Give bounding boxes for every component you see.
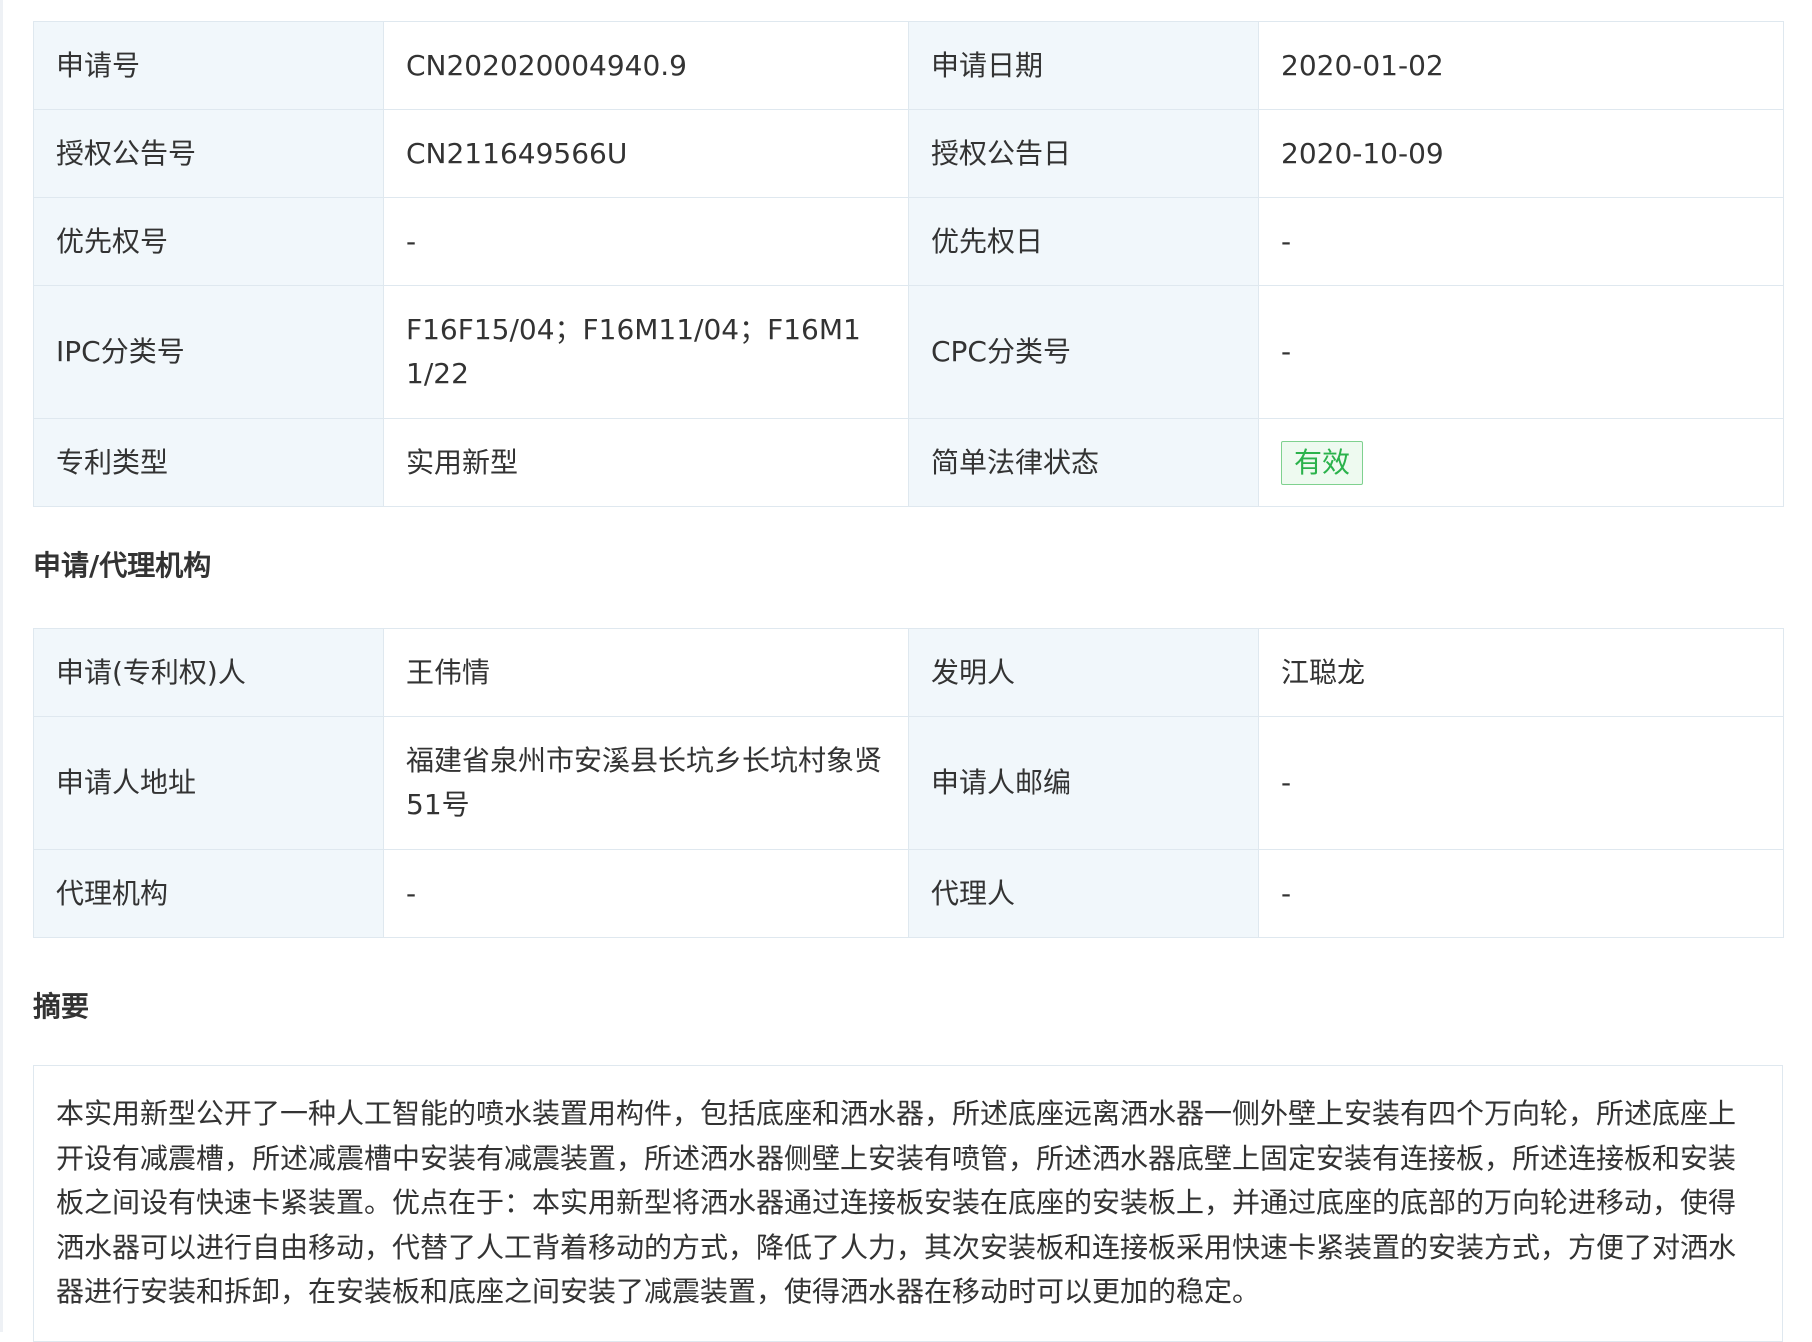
- field-label-ipc: IPC分类号: [33, 285, 384, 419]
- field-label-priority-number: 优先权号: [33, 197, 384, 286]
- field-value-ipc: F16F15/04；F16M11/04；F16M11/22: [383, 285, 909, 419]
- field-label-grant-number: 授权公告号: [33, 109, 384, 198]
- basic-info-table: 申请号 CN202020004940.9 申请日期 2020-01-02 授权公…: [33, 21, 1784, 507]
- table-row: 授权公告号 CN211649566U 授权公告日 2020-10-09: [33, 109, 1784, 198]
- abstract-text: 本实用新型公开了一种人工智能的喷水装置用构件，包括底座和洒水器，所述底座远离洒水…: [33, 1065, 1783, 1342]
- table-row: 代理机构 - 代理人 -: [33, 849, 1784, 938]
- field-value-grant-number: CN211649566U: [383, 109, 909, 198]
- field-label-applicant: 申请(专利权)人: [33, 628, 384, 717]
- field-label-patent-type: 专利类型: [33, 418, 384, 507]
- section-title-abstract: 摘要: [33, 990, 90, 1023]
- field-label-inventor: 发明人: [908, 628, 1259, 717]
- field-value-applicant-postcode: -: [1258, 716, 1784, 850]
- field-label-cpc: CPC分类号: [908, 285, 1259, 419]
- field-label-applicant-address: 申请人地址: [33, 716, 384, 850]
- field-value-legal-status: 有效: [1258, 418, 1784, 507]
- field-value-cpc: -: [1258, 285, 1784, 419]
- field-label-application-date: 申请日期: [908, 21, 1259, 110]
- field-value-application-number: CN202020004940.9: [383, 21, 909, 110]
- section-title-agency: 申请/代理机构: [33, 549, 212, 582]
- field-value-inventor: 江聪龙: [1258, 628, 1784, 717]
- table-row: 申请(专利权)人 王伟情 发明人 江聪龙: [33, 628, 1784, 717]
- table-row: 申请号 CN202020004940.9 申请日期 2020-01-02: [33, 21, 1784, 110]
- field-value-patent-type: 实用新型: [383, 418, 909, 507]
- field-label-agent: 代理人: [908, 849, 1259, 938]
- left-edge-border: [0, 0, 3, 1332]
- field-label-agency: 代理机构: [33, 849, 384, 938]
- field-value-priority-date: -: [1258, 197, 1784, 286]
- field-value-applicant-address: 福建省泉州市安溪县长坑乡长坑村象贤51号: [383, 716, 909, 850]
- field-label-legal-status: 简单法律状态: [908, 418, 1259, 507]
- field-value-agency: -: [383, 849, 909, 938]
- patent-detail-panel: 申请号 CN202020004940.9 申请日期 2020-01-02 授权公…: [33, 0, 1784, 1342]
- field-label-priority-date: 优先权日: [908, 197, 1259, 286]
- field-value-agent: -: [1258, 849, 1784, 938]
- field-value-grant-date: 2020-10-09: [1258, 109, 1784, 198]
- table-row: 优先权号 - 优先权日 -: [33, 197, 1784, 286]
- field-value-applicant: 王伟情: [383, 628, 909, 717]
- table-row: IPC分类号 F16F15/04；F16M11/04；F16M11/22 CPC…: [33, 285, 1784, 419]
- status-badge: 有效: [1281, 441, 1364, 485]
- agency-info-table: 申请(专利权)人 王伟情 发明人 江聪龙 申请人地址 福建省泉州市安溪县长坑乡长…: [33, 628, 1784, 938]
- table-row: 申请人地址 福建省泉州市安溪县长坑乡长坑村象贤51号 申请人邮编 -: [33, 716, 1784, 850]
- field-label-grant-date: 授权公告日: [908, 109, 1259, 198]
- field-label-application-number: 申请号: [33, 21, 384, 110]
- field-label-applicant-postcode: 申请人邮编: [908, 716, 1259, 850]
- table-row: 专利类型 实用新型 简单法律状态 有效: [33, 418, 1784, 507]
- field-value-application-date: 2020-01-02: [1258, 21, 1784, 110]
- field-value-priority-number: -: [383, 197, 909, 286]
